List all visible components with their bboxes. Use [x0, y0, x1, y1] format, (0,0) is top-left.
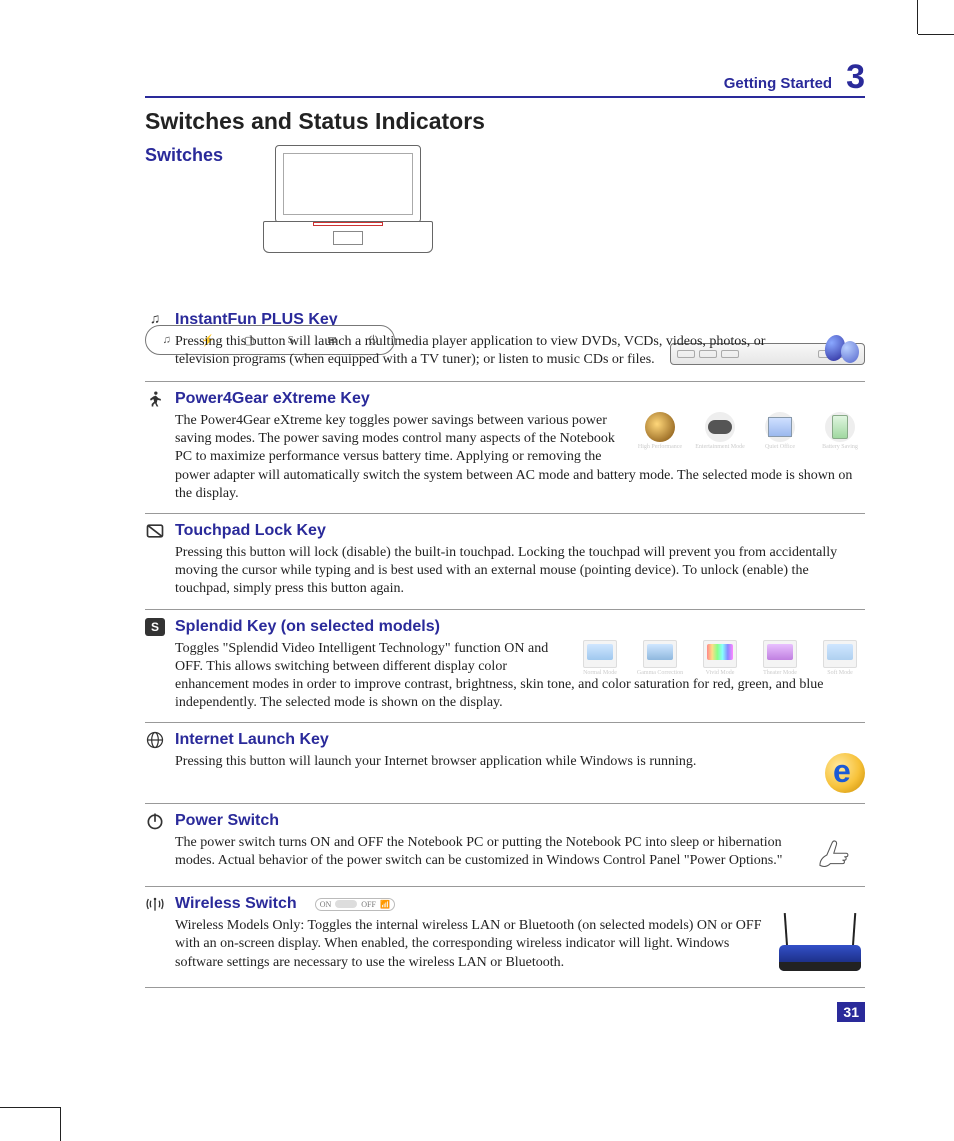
theater-mode-icon: [763, 640, 797, 668]
crop-mark-top: [917, 0, 918, 34]
battery-saving-icon: [825, 412, 855, 442]
section-touchpad-lock: Touchpad Lock Key Pressing this button w…: [145, 514, 865, 610]
section-body-text: Pressing this button will launch a multi…: [175, 334, 765, 367]
section-instantfun: ♫ InstantFun PLUS Key Pressing this butt…: [145, 303, 865, 382]
section-body-text: Pressing this button will launch your In…: [175, 754, 696, 769]
internet-explorer-icon: [825, 753, 865, 793]
hardware-diagrams: [263, 145, 865, 255]
power-mode-icons: High Performance Entertainment Mode Quie…: [635, 412, 865, 450]
hand-press-illustration: [813, 834, 865, 876]
normal-mode-icon: [583, 640, 617, 668]
page-content: Getting Started 3 Switches and Status In…: [145, 60, 865, 988]
soft-mode-icon: [823, 640, 857, 668]
page-title: Switches and Status Indicators: [145, 108, 865, 135]
splendid-s-icon: S: [145, 618, 165, 636]
vivid-mode-icon: [703, 640, 737, 668]
power-icon: [145, 812, 165, 830]
switches-subheading: Switches: [145, 145, 223, 166]
entertainment-mode-icon: [705, 412, 735, 442]
section-body-text: The power switch turns ON and OFF the No…: [175, 835, 782, 868]
laptop-diagram: [263, 145, 433, 255]
quiet-office-icon: [765, 412, 795, 442]
section-power-switch: Power Switch The power switch turns ON a…: [145, 804, 865, 887]
running-person-icon: [145, 390, 165, 408]
antenna-small-icon: 📶: [380, 900, 390, 909]
section-title: Splendid Key (on selected models): [175, 618, 440, 636]
wireless-router-illustration: [775, 917, 865, 977]
touchpad-lock-icon: [145, 522, 165, 540]
section-splendid: S Splendid Key (on selected models) Norm…: [145, 610, 865, 724]
section-power4gear: Power4Gear eXtreme Key High Performance …: [145, 382, 865, 514]
globe-icon: [145, 731, 165, 749]
running-head-text: Getting Started: [724, 75, 832, 92]
running-header: Getting Started 3: [145, 60, 865, 98]
section-title: Internet Launch Key: [175, 731, 329, 749]
high-performance-icon: [645, 412, 675, 442]
wireless-switch-diagram: ON OFF 📶: [315, 898, 395, 911]
section-body-text: Pressing this button will lock (disable)…: [175, 545, 837, 596]
gamma-correction-icon: [643, 640, 677, 668]
chapter-number: 3: [846, 60, 865, 94]
media-notes-illustration: [823, 333, 865, 371]
antenna-icon: [145, 895, 165, 913]
page-number: 31: [837, 1002, 865, 1022]
section-internet: Internet Launch Key Pressing this button…: [145, 723, 865, 804]
section-title: Wireless Switch: [175, 895, 297, 913]
section-title: Power Switch: [175, 812, 279, 830]
crop-mark-bottom: [60, 1107, 61, 1141]
section-wireless: Wireless Switch ON OFF 📶 Wireless Models…: [145, 887, 865, 988]
splendid-mode-icons: Normal Mode Gamma Correction Vivid Mode …: [575, 640, 865, 676]
section-body-text: Wireless Models Only: Toggles the intern…: [175, 918, 762, 969]
section-title: Touchpad Lock Key: [175, 522, 326, 540]
section-title: Power4Gear eXtreme Key: [175, 390, 370, 408]
